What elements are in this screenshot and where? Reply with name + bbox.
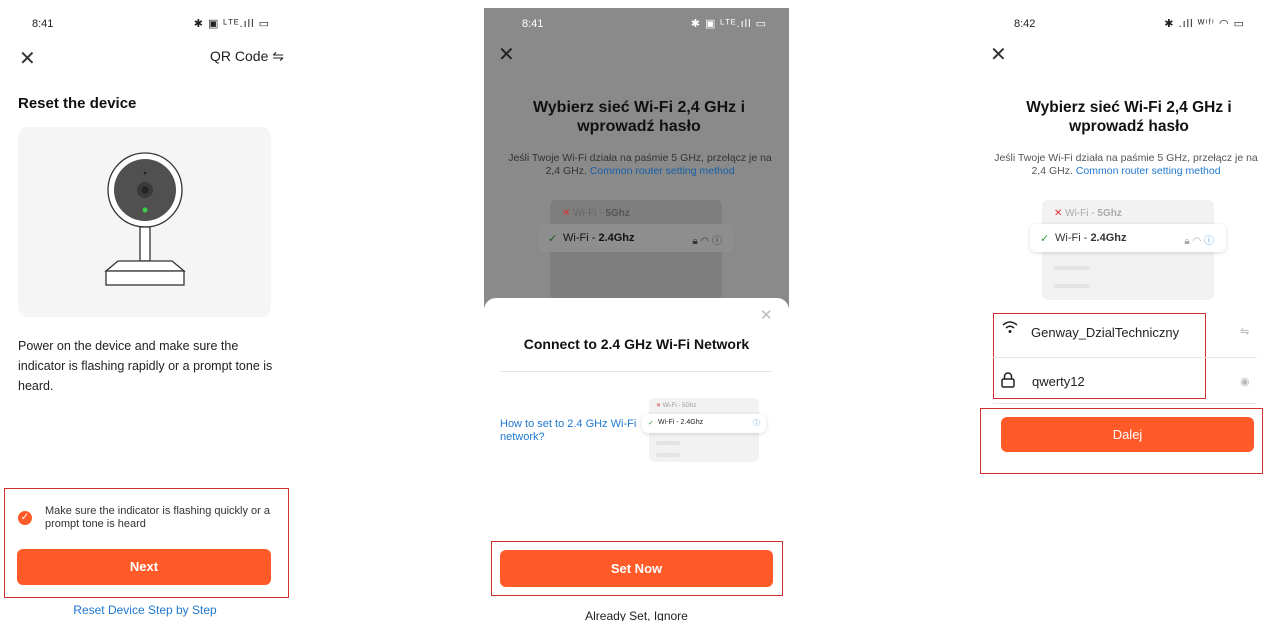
mini-wifi-5g-label: Wi-Fi - 5Ghz xyxy=(662,403,697,409)
wifi-5g-prefix: Wi-Fi - xyxy=(1065,208,1098,219)
page-title: Wybierz sieć Wi-Fi 2,4 GHz i wprowadź ha… xyxy=(1026,99,1232,135)
set-now-button[interactable]: Set Now xyxy=(500,550,773,587)
status-icons: ✱ .ıll ᵂⁱᶠⁱ ◠ ▭ xyxy=(1164,18,1245,30)
status-bar: 8:42 ✱ .ıll ᵂⁱᶠⁱ ◠ ▭ xyxy=(976,15,1263,31)
close-icon[interactable]: ✕ xyxy=(498,42,515,67)
mini-wifi-24-label: Wi-Fi - 2.4Ghz xyxy=(658,419,704,426)
router-setting-link[interactable]: Common router setting method xyxy=(1076,165,1221,177)
close-icon[interactable]: ✕ xyxy=(19,46,36,71)
status-icons: ✱ ▣ ᴸᵀᴱ.ıll ▭ xyxy=(193,18,270,30)
placeholder-bar xyxy=(1054,266,1090,270)
device-illustration xyxy=(18,127,271,317)
close-icon[interactable]: ✕ xyxy=(990,42,1007,67)
camera-icon xyxy=(104,152,186,286)
wifi-24-row: ✓ Wi-Fi - 2.4Ghz 🔒︎ ◠ ⓘ xyxy=(538,224,734,252)
wifi-5g-row: ✕ Wi-Fi - 5Ghz xyxy=(1054,208,1122,219)
mini-wifi-5g: ✕ Wi-Fi - 5Ghz xyxy=(656,403,697,409)
next-button[interactable]: Next xyxy=(17,549,271,585)
wifi-5g-label: 5Ghz xyxy=(605,208,630,219)
checkbox-checked-icon[interactable]: ✓ xyxy=(18,511,32,525)
check-icon: ✓ xyxy=(548,233,558,245)
qr-code-toggle[interactable]: QR Code ⇋ xyxy=(210,48,284,65)
password-input[interactable]: qwerty12 xyxy=(1032,374,1085,389)
divider xyxy=(993,403,1257,404)
wifi-24-prefix: Wi-Fi - xyxy=(563,232,599,244)
screen-wifi-setup: 8:42 ✱ .ıll ᵂⁱᶠⁱ ◠ ▭ ✕ Wybierz sieć Wi-F… xyxy=(976,0,1263,621)
divider xyxy=(500,371,772,372)
placeholder-bar xyxy=(1054,284,1090,288)
reset-step-link[interactable]: Reset Device Step by Step xyxy=(0,603,290,617)
sheet-title: Connect to 2.4 GHz Wi-Fi Network xyxy=(523,336,750,352)
placeholder-bar xyxy=(656,441,680,445)
status-icons: ✱ ▣ ᴸᵀᴱ.ıll ▭ xyxy=(690,18,767,30)
wifi-24-prefix: Wi-Fi - xyxy=(1055,232,1091,244)
placeholder-bar xyxy=(656,453,680,457)
mini-check-icon: ✓ xyxy=(648,420,654,427)
wifi-status-icons: 🔒︎ ◠ ⓘ xyxy=(1184,236,1214,247)
wifi-5g-label: 5Ghz xyxy=(1097,208,1122,219)
status-time: 8:41 xyxy=(522,18,544,30)
subtitle: Jeśli Twoje Wi-Fi działa na paśmie 5 GHz… xyxy=(506,152,774,178)
status-bar: 8:41 ✱ ▣ ᴸᵀᴱ.ıll ▭ xyxy=(0,15,290,31)
status-time: 8:41 xyxy=(32,18,54,30)
status-time: 8:42 xyxy=(1014,18,1036,30)
wifi-5g-row: ✕ Wi-Fi - 5Ghz xyxy=(562,208,630,219)
subtitle: Jeśli Twoje Wi-Fi działa na paśmie 5 GHz… xyxy=(990,152,1262,178)
wifi-24-label: 2.4Ghz xyxy=(1090,232,1127,244)
sheet-close-icon[interactable]: ✕ xyxy=(760,306,773,324)
wifi-5g-prefix: Wi-Fi - xyxy=(573,208,606,219)
next-button[interactable]: Dalej xyxy=(1001,417,1254,452)
instruction-text: Power on the device and make sure the in… xyxy=(18,339,273,393)
wifi-24-label: 2.4Ghz xyxy=(598,232,635,244)
wifi-24-text: Wi-Fi - 2.4Ghz xyxy=(1055,232,1127,244)
router-setting-link[interactable]: Common router setting method xyxy=(590,165,735,177)
status-bar: 8:41 ✱ ▣ ᴸᵀᴱ.ıll ▭ xyxy=(484,15,789,31)
mini-info-icon: ⓘ xyxy=(753,420,760,427)
lock-icon xyxy=(1001,372,1015,393)
how-to-set-link[interactable]: How to set to 2.4 GHz Wi-Fi network? xyxy=(500,418,640,444)
wifi-icon xyxy=(1002,320,1018,339)
screen-reset-device: 8:41 ✱ ▣ ᴸᵀᴱ.ıll ▭ ✕ QR Code ⇋ Reset the… xyxy=(0,0,290,621)
ignore-link[interactable]: Already Set, Ignore xyxy=(484,609,789,621)
page-title: Reset the device xyxy=(18,95,137,112)
divider xyxy=(993,357,1257,358)
eye-icon[interactable]: ◉ xyxy=(1240,375,1250,388)
page-title: Wybierz sieć Wi-Fi 2,4 GHz i wprowadź ha… xyxy=(532,99,746,135)
ssid-input[interactable]: Genway_DzialTechniczny xyxy=(1031,325,1179,340)
screen-connect-sheet: 8:41 ✱ ▣ ᴸᵀᴱ.ıll ▭ ✕ Wybierz sieć Wi-Fi … xyxy=(484,0,789,621)
mini-wifi-24: ✓ Wi-Fi - 2.4Ghz ⓘ xyxy=(642,414,766,433)
wifi-status-icons: 🔒︎ ◠ ⓘ xyxy=(692,236,722,247)
check-icon: ✓ xyxy=(1040,233,1050,245)
wifi-24-row: ✓ Wi-Fi - 2.4Ghz 🔒︎ ◠ ⓘ xyxy=(1030,224,1226,252)
checkbox-label: Make sure the indicator is flashing quic… xyxy=(45,505,270,530)
wifi-24-text: Wi-Fi - 2.4Ghz xyxy=(563,232,635,244)
switch-network-icon[interactable]: ⇋ xyxy=(1240,325,1249,338)
